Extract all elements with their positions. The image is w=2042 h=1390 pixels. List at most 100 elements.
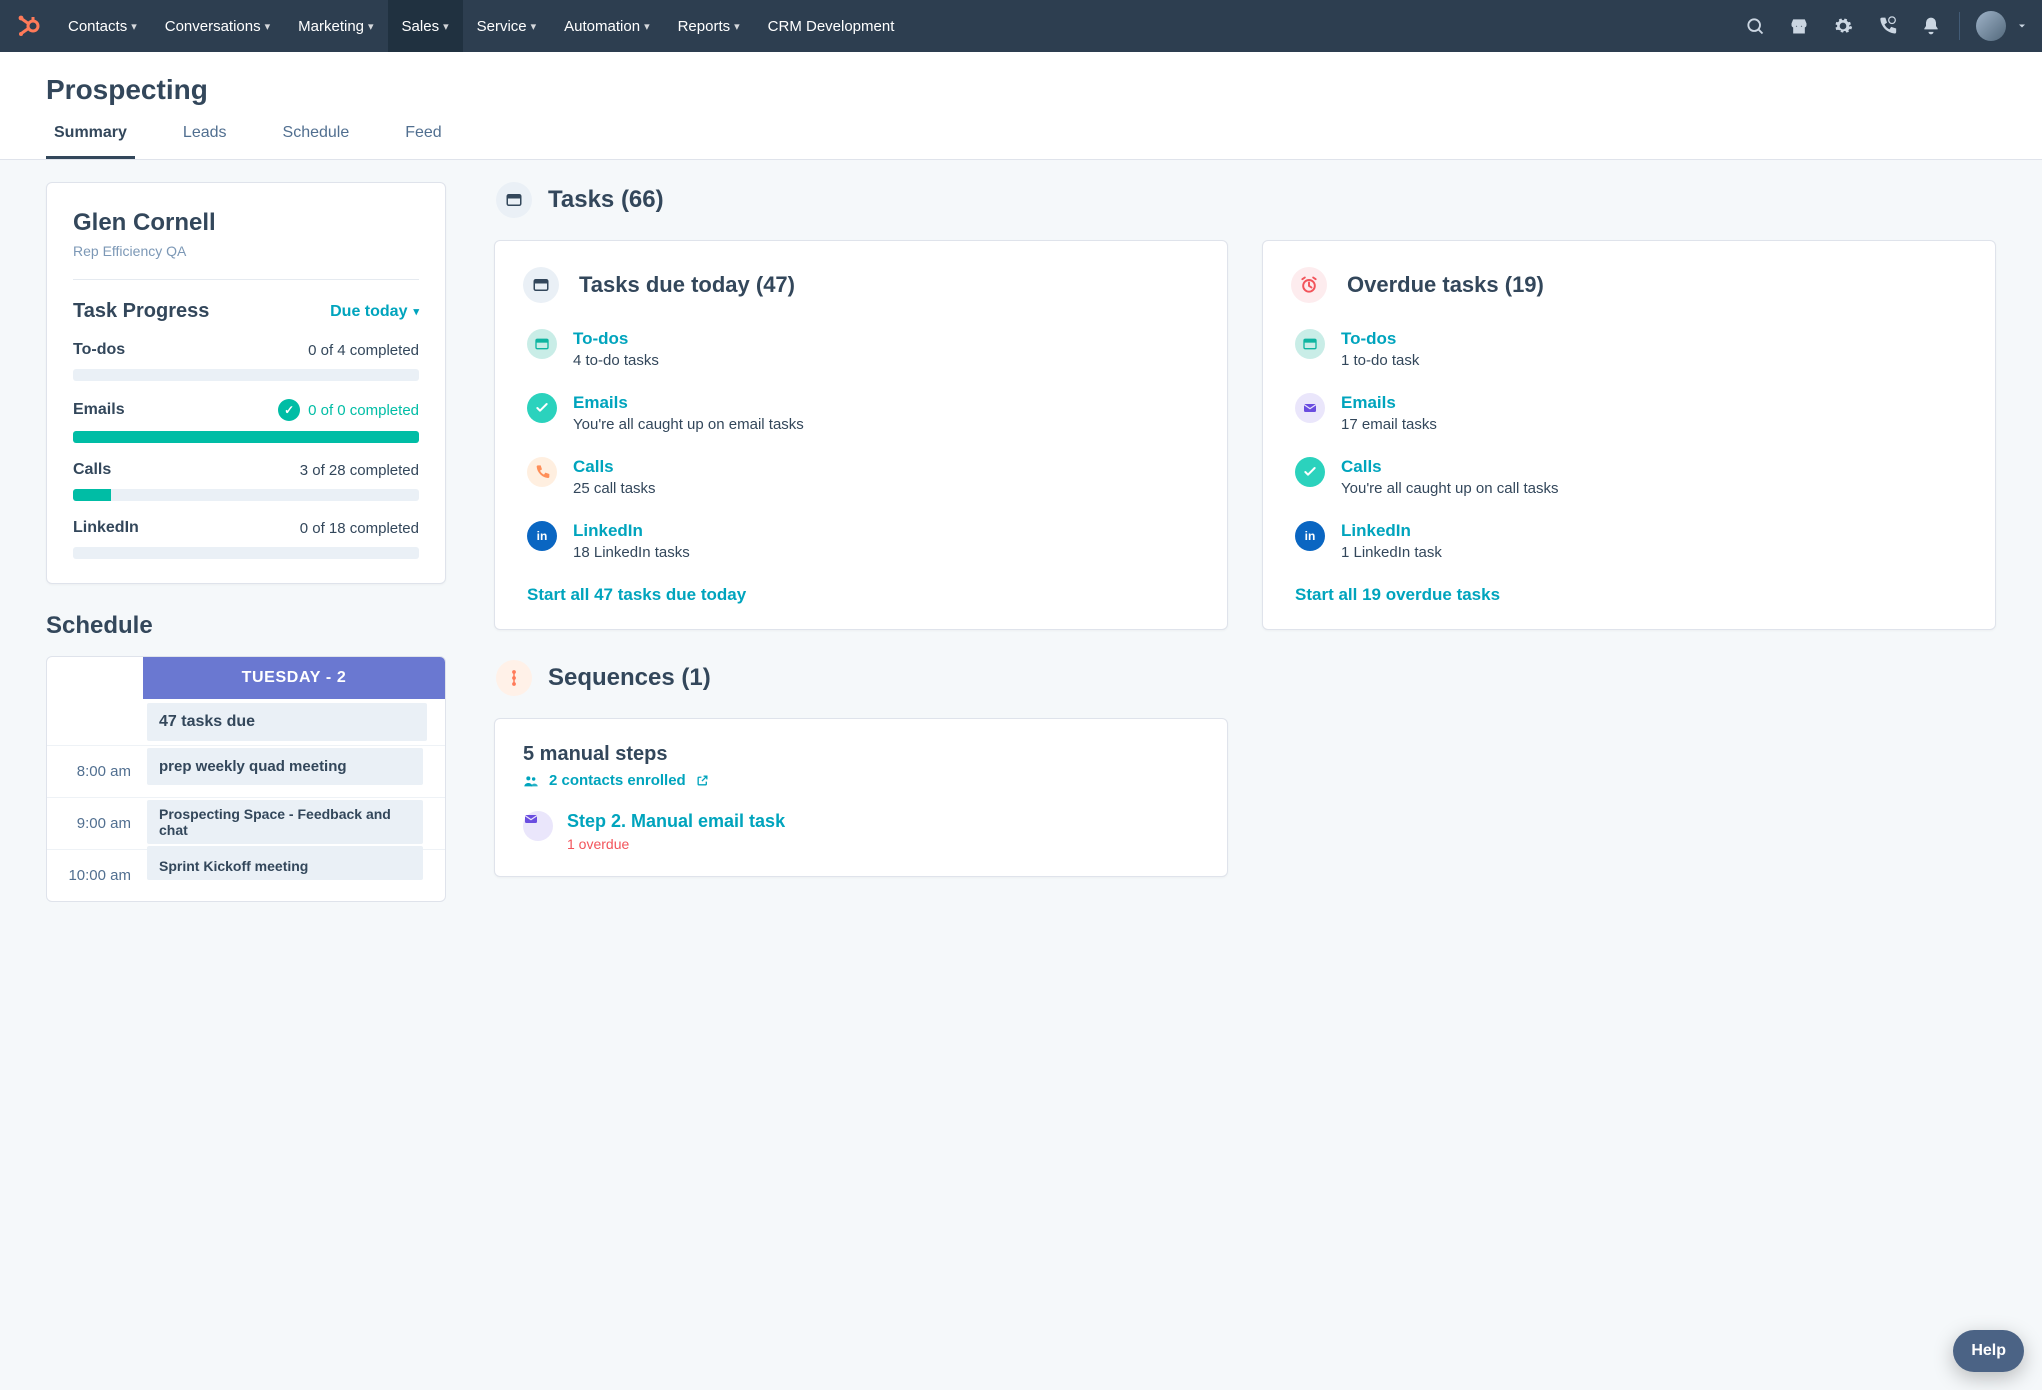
overdue-tasks-card: Overdue tasks (19) To-dos1 to-do taskEma… <box>1262 240 1996 630</box>
nav-item-marketing[interactable]: Marketing▾ <box>284 0 387 52</box>
linkd-icon: in <box>1295 521 1325 551</box>
chevron-down-icon[interactable] <box>2010 0 2034 52</box>
sequence-card: 5 manual steps 2 contacts enrolled <box>494 718 1228 877</box>
progress-stat: 0 of 18 completed <box>300 520 419 537</box>
chevron-down-icon: ▾ <box>644 20 650 33</box>
search-icon[interactable] <box>1733 0 1777 52</box>
chevron-down-icon: ▾ <box>265 20 271 33</box>
linkd-icon: in <box>527 521 557 551</box>
task-type-sub: You're all caught up on call tasks <box>1341 480 1558 497</box>
chevron-down-icon: ▾ <box>413 305 419 318</box>
progress-label: Emails <box>73 401 125 419</box>
progress-label: To-dos <box>73 341 125 359</box>
task-type-sub: 17 email tasks <box>1341 416 1437 433</box>
gear-icon[interactable] <box>1821 0 1865 52</box>
top-nav: Contacts▾Conversations▾Marketing▾Sales▾S… <box>0 0 2042 52</box>
progress-item: To-dos 0 of 4 completed <box>73 341 419 381</box>
progress-bar <box>73 369 419 381</box>
alarm-icon <box>1291 267 1327 303</box>
check-icon <box>527 393 557 423</box>
check-icon: ✓ <box>278 399 300 421</box>
task-type-sub: 4 to-do tasks <box>573 352 659 369</box>
nav-item-reports[interactable]: Reports▾ <box>664 0 754 52</box>
overdue-tasks-title: Overdue tasks (19) <box>1347 272 1544 298</box>
task-type-sub: You're all caught up on email tasks <box>573 416 804 433</box>
task-type-link[interactable]: LinkedIn <box>1341 521 1411 541</box>
task-type-link[interactable]: Emails <box>573 393 628 413</box>
schedule-event[interactable]: Prospecting Space - Feedback and chat <box>147 800 423 844</box>
progress-bar <box>73 489 419 501</box>
task-type-link[interactable]: LinkedIn <box>573 521 643 541</box>
marketplace-icon[interactable] <box>1777 0 1821 52</box>
chevron-down-icon: ▾ <box>131 20 137 33</box>
task-type-item: in LinkedIn 18 LinkedIn tasks <box>523 509 1199 573</box>
schedule-event[interactable]: prep weekly quad meeting <box>147 748 423 785</box>
task-type-sub: 18 LinkedIn tasks <box>573 544 690 561</box>
task-type-sub: 1 LinkedIn task <box>1341 544 1442 561</box>
nav-item-contacts[interactable]: Contacts▾ <box>54 0 151 52</box>
task-type-link[interactable]: Emails <box>1341 393 1396 413</box>
task-type-link[interactable]: Calls <box>1341 457 1382 477</box>
task-type-item: in LinkedIn 1 LinkedIn task <box>1291 509 1967 573</box>
progress-item: LinkedIn 0 of 18 completed <box>73 519 419 559</box>
task-type-item: Calls You're all caught up on call tasks <box>1291 445 1967 509</box>
task-type-link[interactable]: To-dos <box>573 329 628 349</box>
chevron-down-icon: ▾ <box>531 20 537 33</box>
bell-icon[interactable] <box>1909 0 1953 52</box>
rep-subtitle: Rep Efficiency QA <box>73 243 419 259</box>
email-icon <box>523 811 553 841</box>
schedule-slot: Prospecting Space - Feedback and chatQui… <box>143 798 427 849</box>
schedule-title: Schedule <box>46 612 446 640</box>
schedule-time: 8:00 am <box>47 746 143 797</box>
progress-bar <box>73 547 419 559</box>
schedule-tasks-due[interactable]: 47 tasks due <box>147 703 427 741</box>
contacts-enrolled-link[interactable]: 2 contacts enrolled <box>523 772 1199 789</box>
phone-icon[interactable] <box>1865 0 1909 52</box>
schedule-slot: prep weekly quad meeting <box>143 746 427 797</box>
chevron-down-icon: ▾ <box>443 20 449 33</box>
tab-leads[interactable]: Leads <box>175 124 235 159</box>
progress-stat: 0 of 4 completed <box>308 342 419 359</box>
progress-item: Calls 3 of 28 completed <box>73 461 419 501</box>
people-icon <box>523 773 539 789</box>
calls-icon <box>527 457 557 487</box>
chevron-down-icon: ▾ <box>734 20 740 33</box>
schedule-event[interactable]: Sprint Kickoff meeting <box>147 852 423 880</box>
external-link-icon <box>696 774 709 787</box>
nav-item-sales[interactable]: Sales▾ <box>388 0 463 52</box>
todo-icon <box>527 329 557 359</box>
tasks-section-icon <box>496 182 532 218</box>
start-due-today-link[interactable]: Start all 47 tasks due today <box>527 585 746 605</box>
task-progress-title: Task Progress <box>73 300 209 323</box>
sequence-step-link[interactable]: Step 2. Manual email task <box>567 811 785 831</box>
tab-schedule[interactable]: Schedule <box>275 124 358 159</box>
page-title: Prospecting <box>46 74 1996 106</box>
nav-item-conversations[interactable]: Conversations▾ <box>151 0 284 52</box>
help-button[interactable]: Help <box>1953 1330 2024 1372</box>
progress-stat: 3 of 28 completed <box>300 462 419 479</box>
start-overdue-link[interactable]: Start all 19 overdue tasks <box>1295 585 1500 605</box>
tab-feed[interactable]: Feed <box>397 124 449 159</box>
task-type-link[interactable]: To-dos <box>1341 329 1396 349</box>
schedule-day-header[interactable]: TUESDAY - 2 <box>143 657 445 699</box>
hubspot-logo[interactable] <box>8 14 48 38</box>
user-avatar[interactable] <box>1976 11 2006 41</box>
nav-item-automation[interactable]: Automation▾ <box>550 0 663 52</box>
task-type-item: To-dos1 to-do task <box>1291 317 1967 381</box>
divider <box>1959 12 1960 40</box>
sequences-section-icon <box>496 660 532 696</box>
progress-label: LinkedIn <box>73 519 139 537</box>
task-type-link[interactable]: Calls <box>573 457 614 477</box>
progress-stat: ✓0 of 0 completed <box>278 399 419 421</box>
task-type-item: Emails You're all caught up on email task… <box>523 381 1199 445</box>
todo-icon <box>1295 329 1325 359</box>
tab-summary[interactable]: Summary <box>46 124 135 159</box>
task-type-item: Emails 17 email tasks <box>1291 381 1967 445</box>
nav-item-crm-development[interactable]: CRM Development <box>754 0 909 52</box>
nav-item-service[interactable]: Service▾ <box>463 0 551 52</box>
task-progress-filter[interactable]: Due today ▾ <box>330 303 419 321</box>
task-type-sub: 25 call tasks <box>573 480 656 497</box>
check-icon <box>1295 457 1325 487</box>
progress-label: Calls <box>73 461 111 479</box>
calendar-icon <box>523 267 559 303</box>
